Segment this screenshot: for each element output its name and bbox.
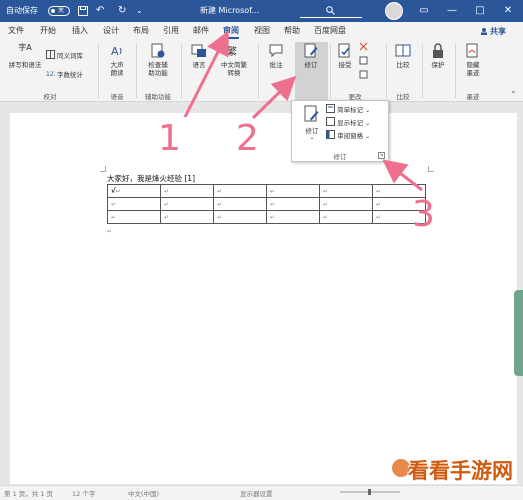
- annotation-arrow: [183, 30, 229, 118]
- annotation-number: 1: [158, 118, 181, 159]
- annotation-number: 2: [236, 118, 259, 159]
- annotation-arrow: [251, 75, 297, 120]
- annotation-arrow: [382, 159, 423, 192]
- annotation-number: 3: [412, 194, 435, 235]
- annotation-overlay: 1 2 3: [158, 30, 435, 235]
- word-window: 自动保存 关 ↶ ↻ ⌄ 新建 Microsof... ▭ — □ ✕ 文件 开…: [0, 0, 523, 500]
